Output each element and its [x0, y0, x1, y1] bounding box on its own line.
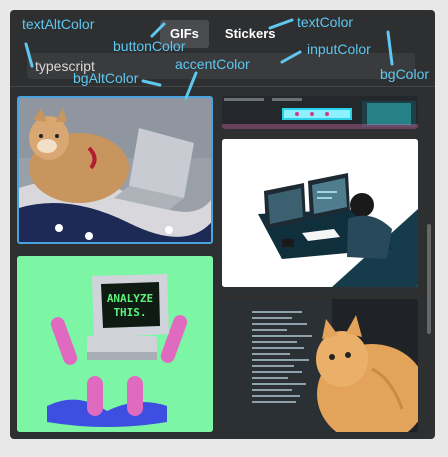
- arrow-accent: [184, 71, 198, 100]
- annotation-arrows: [24, 18, 394, 100]
- arrow-input: [280, 50, 302, 64]
- arrow-button: [150, 22, 166, 38]
- arrow-text: [268, 18, 294, 30]
- arrow-text-alt: [24, 42, 34, 68]
- arrow-bg: [386, 30, 394, 66]
- arrow-bg-alt: [141, 79, 162, 87]
